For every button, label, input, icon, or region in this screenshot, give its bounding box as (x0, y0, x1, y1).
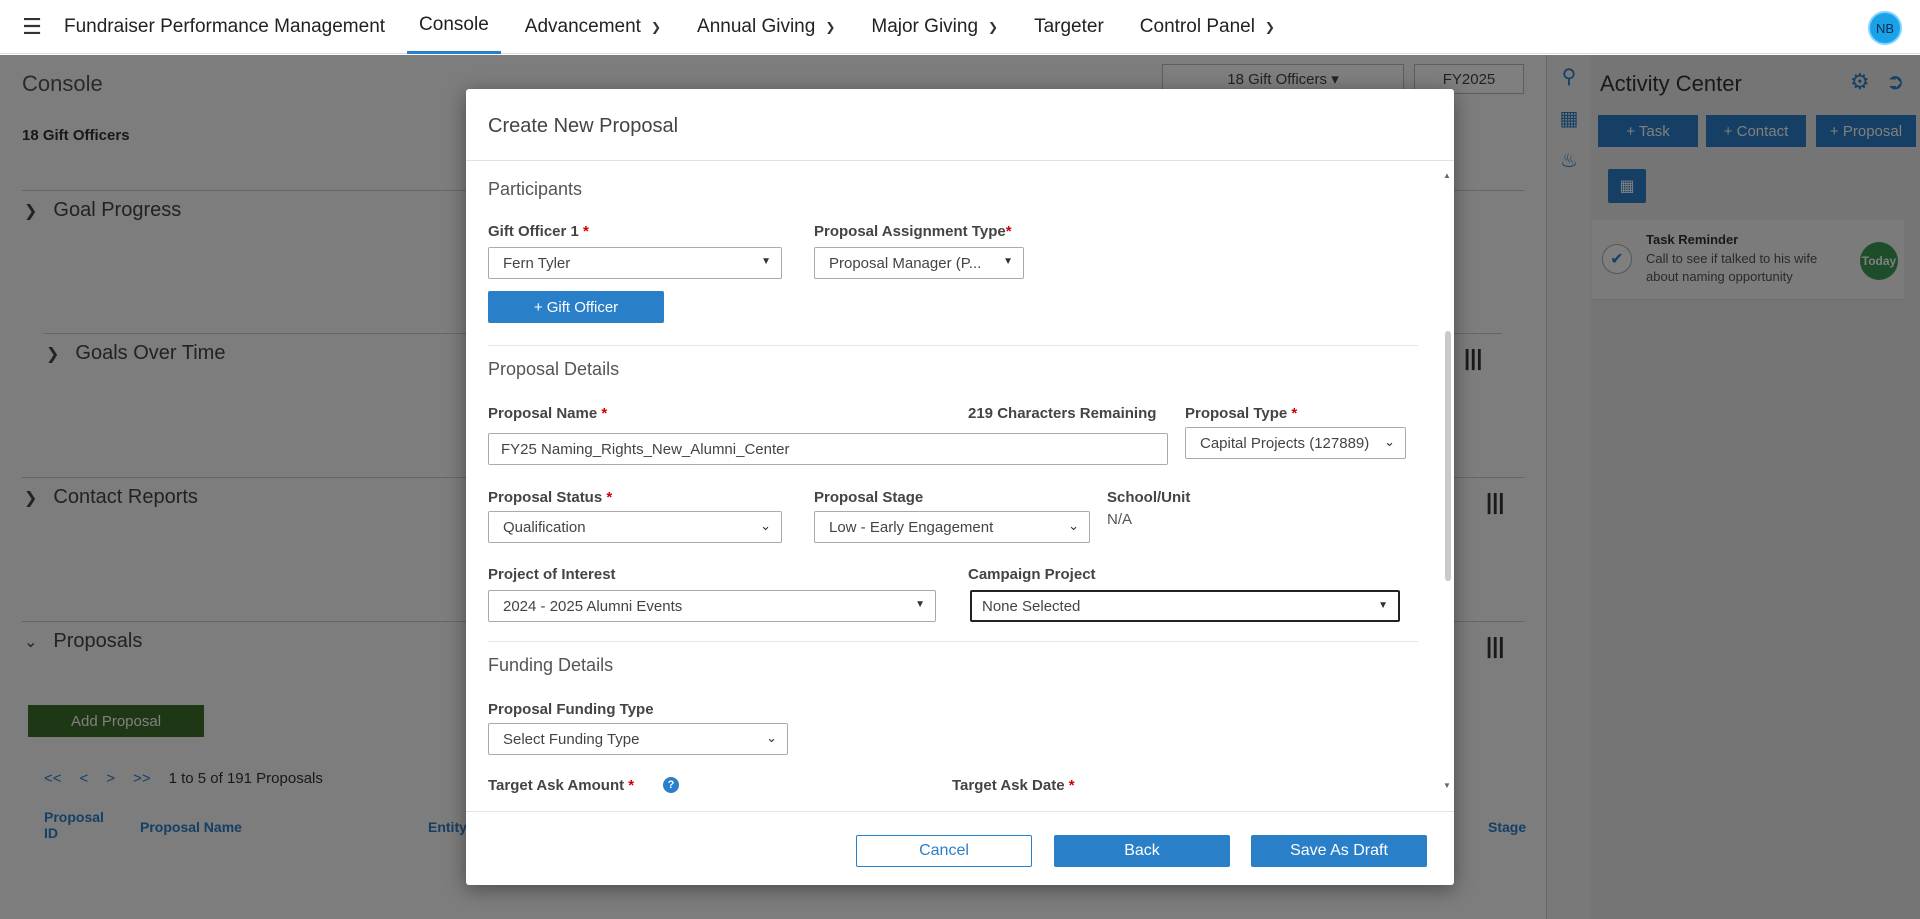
nav-annual-giving[interactable]: Annual Giving ❯ (685, 0, 847, 54)
proposal-status-label: Proposal Status * (488, 489, 613, 506)
divider (488, 345, 1418, 346)
nav-control-panel[interactable]: Control Panel ❯ (1128, 0, 1287, 54)
hamburger-menu-icon[interactable]: ☰ (0, 0, 64, 54)
nav-advancement[interactable]: Advancement ❯ (513, 0, 673, 54)
scroll-down-icon[interactable]: ▼ (1443, 781, 1451, 790)
nav-targeter[interactable]: Targeter (1022, 0, 1116, 54)
nav-console[interactable]: Console (407, 0, 501, 54)
chevron-down-icon: ❯ (1264, 19, 1275, 34)
nav-major-giving[interactable]: Major Giving ❯ (859, 0, 1010, 54)
proposal-type-label: Proposal Type * (1185, 405, 1298, 422)
scroll-thumb[interactable] (1445, 331, 1451, 581)
proposal-stage-label: Proposal Stage (814, 489, 924, 506)
funding-type-select[interactable]: Select Funding Type ⌄ (488, 723, 788, 755)
proposal-type-select[interactable]: Capital Projects (127889) ⌄ (1185, 427, 1406, 459)
assignment-type-select[interactable]: Proposal Manager (P... ▼ (814, 247, 1024, 279)
characters-remaining: 219 Characters Remaining (968, 405, 1157, 422)
chevron-down-icon: ❯ (988, 19, 999, 34)
save-as-draft-button[interactable]: Save As Draft (1251, 835, 1427, 867)
chevron-down-icon: ⌄ (760, 518, 771, 533)
proposal-details-heading: Proposal Details (488, 359, 620, 379)
user-avatar[interactable]: NB (1868, 11, 1902, 45)
modal-title: Create New Proposal (488, 115, 679, 137)
chevron-down-icon: ⌄ (1384, 434, 1395, 449)
funding-type-label: Proposal Funding Type (488, 701, 654, 718)
divider (488, 641, 1418, 642)
target-ask-amount-label: Target Ask Amount * (488, 777, 635, 794)
school-unit-label: School/Unit (1107, 489, 1191, 506)
proposal-status-select[interactable]: Qualification ⌄ (488, 511, 782, 543)
top-navbar: ☰ Fundraiser Performance Management Cons… (0, 0, 1920, 54)
create-proposal-modal: Create New Proposal Participants Gift Of… (466, 89, 1454, 885)
divider (466, 811, 1454, 812)
caret-down-icon: ▼ (1378, 600, 1388, 611)
chevron-down-icon: ❯ (650, 19, 662, 34)
gift-officer-select[interactable]: Fern Tyler ▼ (488, 247, 782, 279)
scroll-up-icon[interactable]: ▲ (1443, 171, 1451, 180)
back-button[interactable]: Back (1054, 835, 1230, 867)
help-icon[interactable]: ? (663, 777, 679, 793)
caret-down-icon: ▼ (1003, 256, 1013, 267)
caret-down-icon: ▼ (915, 599, 925, 610)
add-gift-officer-button[interactable]: + Gift Officer (488, 291, 664, 323)
project-of-interest-label: Project of Interest (488, 566, 616, 583)
caret-down-icon: ▼ (761, 256, 771, 267)
gift-officer-label: Gift Officer 1 * (488, 223, 589, 240)
participants-heading: Participants (488, 179, 583, 199)
funding-details-heading: Funding Details (488, 655, 614, 675)
app-title[interactable]: Fundraiser Performance Management (64, 16, 385, 38)
cancel-button[interactable]: Cancel (856, 835, 1032, 867)
campaign-project-select[interactable]: None Selected ▼ (970, 590, 1400, 622)
chevron-down-icon: ⌄ (1068, 518, 1079, 533)
proposal-stage-select[interactable]: Low - Early Engagement ⌄ (814, 511, 1090, 543)
project-of-interest-select[interactable]: 2024 - 2025 Alumni Events ▼ (488, 590, 936, 622)
proposal-name-label: Proposal Name * (488, 405, 608, 422)
chevron-down-icon: ❯ (825, 19, 836, 34)
modal-body: Participants Gift Officer 1 * Fern Tyler… (466, 161, 1454, 801)
school-unit-value: N/A (1107, 511, 1133, 528)
modal-scrollbar[interactable]: ▲ ▼ (1440, 161, 1454, 801)
chevron-down-icon: ⌄ (766, 730, 777, 745)
assignment-type-label: Proposal Assignment Type* (814, 223, 1012, 240)
target-ask-date-label: Target Ask Date * (952, 777, 1075, 794)
proposal-name-input[interactable]: FY25 Naming_Rights_New_Alumni_Center (488, 433, 1168, 465)
campaign-project-label: Campaign Project (968, 566, 1096, 583)
